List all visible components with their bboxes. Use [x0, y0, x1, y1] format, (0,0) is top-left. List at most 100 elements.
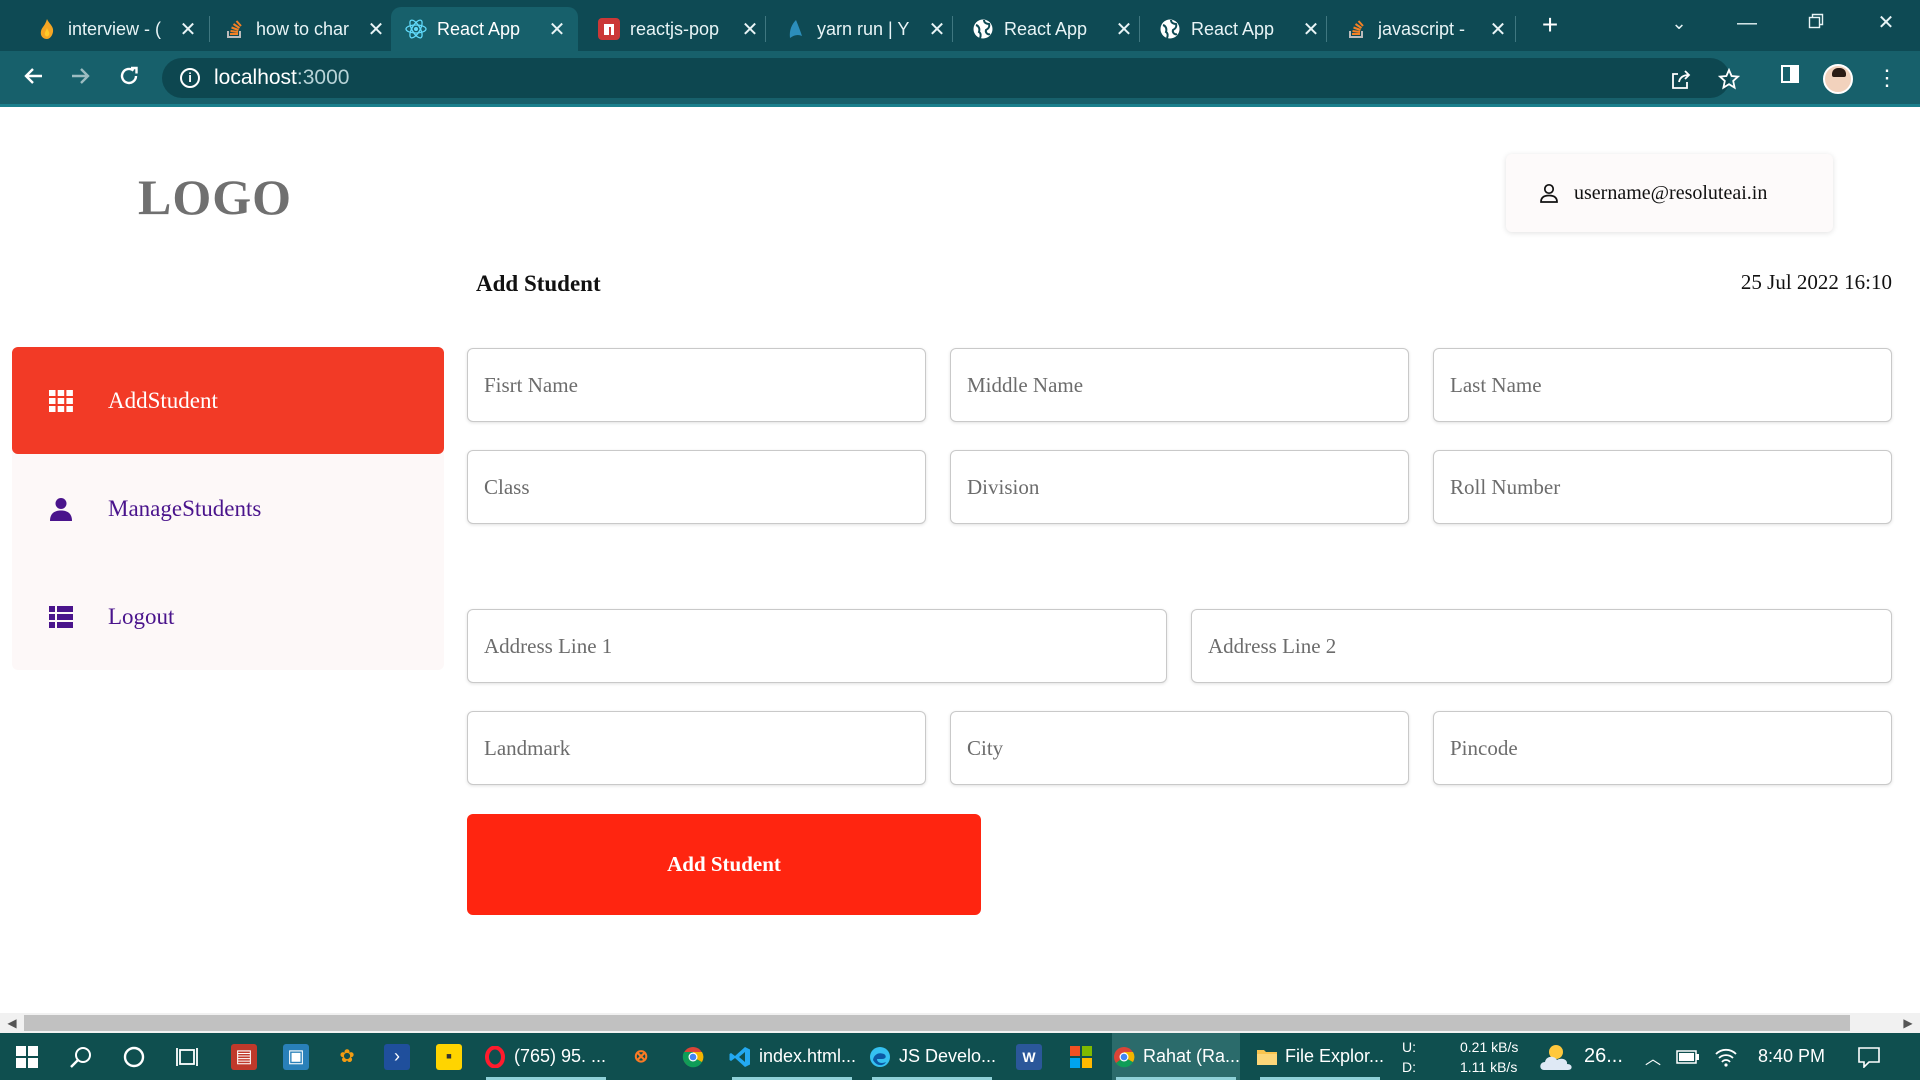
address-line-2-input[interactable]	[1191, 609, 1892, 683]
bookmark-star-icon[interactable]	[1717, 58, 1741, 98]
sidebar-item-logout[interactable]: Logout	[12, 563, 444, 670]
minimize-button[interactable]: —	[1727, 8, 1767, 38]
scroll-right-icon[interactable]: ▶	[1898, 1013, 1918, 1033]
yarn-icon	[785, 18, 807, 40]
first-name-input[interactable]	[467, 348, 926, 422]
taskbar-app[interactable]: ✿	[334, 1033, 360, 1080]
landmark-input[interactable]	[467, 711, 926, 785]
tab-title: interview - (	[68, 18, 162, 39]
close-icon[interactable]: ✕	[1487, 17, 1509, 42]
tab-title: javascript -	[1378, 18, 1466, 39]
taskbar-app-edge[interactable]: JS Develo...	[868, 1033, 996, 1080]
taskbar-app-label: Rahat (Ra...	[1142, 1046, 1240, 1066]
side-panel-icon[interactable]	[1772, 60, 1808, 96]
browser-tab[interactable]: React App ✕	[1145, 7, 1332, 51]
reload-button[interactable]	[111, 60, 147, 96]
task-view-button[interactable]	[174, 1033, 200, 1080]
browser-tab[interactable]: how to char ✕	[210, 7, 397, 51]
profile-avatar[interactable]	[1823, 64, 1853, 94]
app-icon: ▤	[231, 1043, 257, 1070]
taskbar-app-opera[interactable]: (765) 95. ...	[482, 1033, 610, 1080]
system-clock[interactable]: 8:40 PM	[1758, 1033, 1825, 1080]
weather-cloud-icon	[1538, 1044, 1578, 1070]
list-icon	[48, 604, 74, 630]
sidebar-item-label: AddStudent	[108, 387, 218, 413]
scrollbar-thumb[interactable]	[24, 1015, 1850, 1031]
middle-name-input[interactable]	[950, 348, 1409, 422]
sidebar-item-manage-students[interactable]: ManageStudents	[12, 455, 444, 562]
notification-icon[interactable]	[1856, 1033, 1882, 1080]
taskbar-app[interactable]: ▤	[231, 1033, 257, 1080]
horizontal-scrollbar[interactable]: ◀ ▶	[0, 1013, 1920, 1033]
search-button[interactable]	[68, 1033, 94, 1080]
taskbar-app-label: index.html...	[758, 1046, 856, 1066]
xampp-icon: ⊗	[633, 1046, 649, 1066]
taskbar-app[interactable]	[680, 1033, 706, 1080]
react-icon	[405, 18, 427, 40]
browser-tab-active[interactable]: React App ✕	[391, 7, 578, 51]
grid-icon	[48, 388, 74, 414]
menu-dots-icon[interactable]: ⋮	[1869, 60, 1905, 96]
taskbar-app-chrome[interactable]: Rahat (Ra...	[1112, 1033, 1240, 1080]
class-input[interactable]	[467, 450, 926, 524]
restore-button[interactable]	[1796, 8, 1836, 38]
taskbar-app-file-explorer[interactable]: File Explor...	[1256, 1033, 1384, 1080]
close-icon[interactable]: ✕	[365, 17, 387, 42]
battery-icon[interactable]	[1675, 1033, 1701, 1080]
division-input[interactable]	[950, 450, 1409, 524]
powershell-icon: ›	[384, 1043, 410, 1070]
address-bar[interactable]: i localhost:3000	[162, 58, 1741, 98]
browser-tab[interactable]: yarn run | Y ✕	[771, 7, 958, 51]
close-icon[interactable]: ✕	[1300, 17, 1322, 42]
tab-search-icon[interactable]: ⌄	[1659, 8, 1699, 38]
taskbar-app[interactable]: W	[1016, 1033, 1042, 1080]
close-icon[interactable]: ✕	[926, 17, 948, 42]
back-button[interactable]	[15, 60, 51, 96]
forward-button[interactable]	[63, 60, 99, 96]
taskbar-app[interactable]: ▣	[283, 1033, 309, 1080]
close-window-button[interactable]: ✕	[1866, 8, 1906, 38]
info-icon[interactable]: i	[180, 68, 200, 88]
cortana-button[interactable]	[121, 1033, 147, 1080]
taskbar-app[interactable]: ▪	[436, 1033, 462, 1080]
windows-icon	[14, 1044, 40, 1070]
close-icon[interactable]: ✕	[1113, 17, 1135, 42]
weather-widget[interactable]: 26...	[1538, 1033, 1623, 1080]
browser-tab[interactable]: interview - ( ✕	[22, 7, 209, 51]
share-icon[interactable]	[1670, 58, 1692, 98]
city-input[interactable]	[950, 711, 1409, 785]
taskbar-app[interactable]	[1068, 1033, 1094, 1080]
net-upload-speed: 0.21 kB/s	[1460, 1039, 1519, 1055]
start-button[interactable]	[14, 1033, 40, 1080]
tab-title: React App	[437, 18, 521, 39]
tab-title: yarn run | Y	[817, 18, 910, 39]
add-student-button[interactable]: Add Student	[467, 814, 981, 915]
address-line-1-input[interactable]	[467, 609, 1167, 683]
roll-number-input[interactable]	[1433, 450, 1892, 524]
net-upload-label: U:	[1402, 1039, 1416, 1055]
user-profile-card[interactable]: username@resoluteai.in	[1506, 154, 1833, 232]
taskbar-app-label: JS Develo...	[898, 1046, 996, 1066]
taskbar-app-vscode[interactable]: index.html...	[728, 1033, 856, 1080]
close-icon[interactable]: ✕	[739, 17, 761, 42]
browser-tab[interactable]: reactjs-pop ✕	[584, 7, 771, 51]
person-icon	[48, 496, 74, 522]
browser-tab[interactable]: React App ✕	[958, 7, 1145, 51]
browser-tab[interactable]: javascript - ✕	[1332, 7, 1519, 51]
wifi-icon[interactable]	[1713, 1033, 1739, 1080]
sidebar-item-add-student[interactable]: AddStudent	[12, 347, 444, 454]
windows-taskbar: ▤ ▣ ✿ › ▪ (765) 95. ... ⊗ index.html... …	[0, 1033, 1920, 1080]
close-icon[interactable]: ✕	[177, 17, 199, 42]
pincode-input[interactable]	[1433, 711, 1892, 785]
user-icon	[1540, 183, 1558, 203]
taskbar-app[interactable]: ›	[384, 1033, 410, 1080]
close-icon[interactable]: ✕	[546, 17, 568, 42]
tray-chevron-up-icon[interactable]: ︿	[1640, 1033, 1666, 1080]
paint-icon: ✿	[339, 1046, 355, 1066]
new-tab-button[interactable]: +	[1533, 8, 1567, 42]
taskbar-app[interactable]: ⊗	[628, 1033, 654, 1080]
url-host: localhost	[214, 66, 297, 89]
last-name-input[interactable]	[1433, 348, 1892, 422]
page-title: Add Student	[476, 271, 601, 296]
scroll-left-icon[interactable]: ◀	[2, 1013, 22, 1033]
